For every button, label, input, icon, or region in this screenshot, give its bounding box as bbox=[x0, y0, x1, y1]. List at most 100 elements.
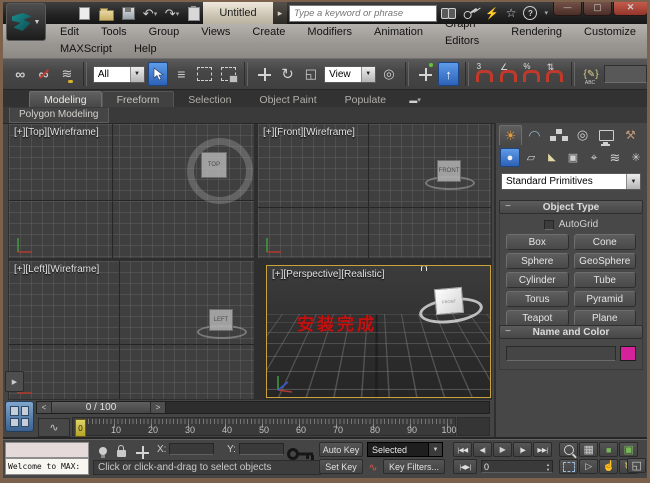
autogrid-checkbox[interactable] bbox=[544, 220, 554, 230]
macro-recorder-pane[interactable] bbox=[5, 442, 89, 458]
time-slider[interactable]: < 0 / 100 > bbox=[36, 401, 490, 414]
tab-display[interactable] bbox=[595, 125, 618, 145]
pan-view-button[interactable] bbox=[599, 459, 618, 474]
subtab-shapes[interactable] bbox=[521, 148, 541, 167]
frame-spinner[interactable]: ▲▼ bbox=[546, 462, 550, 472]
dropdown-arrow-button[interactable] bbox=[361, 67, 375, 82]
set-keys-key-icon[interactable] bbox=[287, 446, 315, 466]
ribbon-tab-freeform[interactable]: Freeform bbox=[102, 91, 175, 107]
minimize-button[interactable] bbox=[553, 0, 582, 16]
select-and-rotate-button[interactable] bbox=[277, 62, 297, 86]
zoom-region-button[interactable] bbox=[559, 459, 578, 474]
box-button[interactable]: Box bbox=[506, 234, 569, 250]
snaps-toggle-3d-button[interactable]: 3 bbox=[475, 62, 495, 86]
menu-maxscript[interactable]: MAXScript bbox=[49, 41, 123, 58]
object-type-rollout-header[interactable]: − Object Type bbox=[499, 200, 643, 214]
tab-utilities[interactable] bbox=[619, 125, 642, 145]
window-crossing-button[interactable] bbox=[218, 62, 238, 86]
x-coordinate-field[interactable] bbox=[169, 443, 214, 455]
field-of-view-button[interactable] bbox=[579, 459, 598, 474]
menu-rendering[interactable]: Rendering bbox=[500, 24, 573, 41]
menu-views[interactable]: Views bbox=[190, 24, 241, 41]
keyboard-shortcut-override-button[interactable] bbox=[438, 62, 459, 86]
named-selection-sets-field[interactable] bbox=[604, 65, 647, 83]
menu-help[interactable]: Help bbox=[123, 41, 168, 58]
next-frame-button[interactable]: |▶ bbox=[513, 442, 532, 457]
current-frame-field[interactable]: 0 ▲▼ bbox=[481, 460, 553, 473]
menu-customize[interactable]: Customize bbox=[573, 24, 647, 41]
search-input[interactable] bbox=[290, 6, 436, 21]
set-key-button[interactable]: Set Key bbox=[319, 459, 363, 474]
menu-animation[interactable]: Animation bbox=[363, 24, 434, 41]
dropdown-arrow-button[interactable] bbox=[130, 67, 144, 82]
menu-tools[interactable]: Tools bbox=[90, 24, 138, 41]
tab-create[interactable] bbox=[499, 125, 522, 145]
zoom-extents-button[interactable] bbox=[599, 442, 618, 457]
application-menu-button[interactable]: ▼ bbox=[6, 3, 46, 41]
viewcube-left[interactable]: LEFT bbox=[209, 309, 233, 331]
object-name-field[interactable] bbox=[506, 346, 616, 361]
viewport-label-left[interactable]: [+][Left][Wireframe] bbox=[14, 264, 99, 275]
cone-button[interactable]: Cone bbox=[574, 234, 637, 250]
select-by-name-button[interactable] bbox=[171, 62, 191, 86]
unlink-selection-button[interactable] bbox=[33, 62, 53, 86]
ribbon-tab-populate[interactable]: Populate bbox=[331, 92, 400, 107]
select-and-move-button[interactable] bbox=[254, 62, 274, 86]
teapot-button[interactable]: Teapot bbox=[506, 310, 569, 326]
viewcube-top[interactable]: TOP bbox=[201, 152, 227, 178]
viewcube-front[interactable]: FRONT bbox=[437, 160, 461, 182]
key-filters-button[interactable]: Key Filters... bbox=[383, 459, 445, 474]
key-mode-toggle-button[interactable]: |◀▶| bbox=[453, 459, 477, 474]
help-dropdown-icon[interactable] bbox=[544, 9, 548, 17]
redo-button[interactable] bbox=[163, 5, 181, 22]
select-object-button[interactable] bbox=[148, 62, 169, 86]
zoom-extents-all-button[interactable] bbox=[619, 442, 638, 457]
subtab-helpers[interactable] bbox=[584, 148, 604, 167]
select-and-scale-button[interactable] bbox=[301, 62, 321, 86]
viewport-label-front[interactable]: [+][Front][Wireframe] bbox=[263, 127, 355, 138]
menu-create[interactable]: Create bbox=[241, 24, 296, 41]
subtab-cameras[interactable] bbox=[563, 148, 583, 167]
previous-frame-button[interactable]: ◀| bbox=[473, 442, 492, 457]
bind-to-space-warp-button[interactable] bbox=[57, 62, 77, 86]
viewport-perspective[interactable]: [+][Perspective][Realistic] 安装完成 FRONT bbox=[266, 265, 491, 398]
viewport-left[interactable]: [+][Left][Wireframe] LEFT bbox=[9, 261, 254, 399]
current-frame-marker[interactable]: 0 bbox=[75, 419, 86, 437]
viewport-label-perspective[interactable]: [+][Perspective][Realistic] bbox=[272, 269, 385, 280]
new-file-button[interactable] bbox=[75, 5, 93, 22]
selection-set-dropdown[interactable]: Selected bbox=[367, 442, 443, 457]
title-expand-arrow-icon[interactable]: ▸ bbox=[273, 2, 287, 24]
reference-coordinate-dropdown[interactable]: View bbox=[324, 66, 376, 83]
plane-button[interactable]: Plane bbox=[574, 310, 637, 326]
torus-button[interactable]: Torus bbox=[506, 291, 569, 307]
search-binoculars-icon[interactable] bbox=[441, 8, 456, 18]
angle-snap-toggle-button[interactable] bbox=[498, 62, 518, 86]
viewport-layout-tabs-button[interactable] bbox=[5, 401, 34, 432]
subtab-geometry[interactable] bbox=[500, 148, 520, 167]
y-coordinate-field[interactable] bbox=[239, 443, 284, 455]
previous-frame-arrow[interactable]: < bbox=[37, 402, 52, 413]
tab-modify[interactable] bbox=[523, 125, 546, 145]
next-frame-arrow[interactable]: > bbox=[150, 402, 165, 413]
edit-named-selection-sets-button[interactable]: ABC bbox=[581, 62, 601, 86]
ribbon-tab-object-paint[interactable]: Object Paint bbox=[245, 92, 330, 107]
select-and-manipulate-button[interactable] bbox=[415, 62, 435, 86]
auto-key-button[interactable]: Auto Key bbox=[319, 442, 363, 457]
primitive-category-dropdown[interactable]: Standard Primitives bbox=[501, 173, 641, 190]
name-color-rollout-header[interactable]: − Name and Color bbox=[499, 325, 643, 339]
select-and-link-button[interactable] bbox=[10, 62, 30, 86]
go-to-end-button[interactable]: ▶▶| bbox=[533, 442, 552, 457]
track-bar[interactable]: 10 20 30 40 50 60 70 80 90 100 0 bbox=[72, 417, 456, 436]
geosphere-button[interactable]: GeoSphere bbox=[574, 253, 637, 269]
selection-filter-dropdown[interactable]: All bbox=[93, 66, 145, 83]
menu-modifiers[interactable]: Modifiers bbox=[296, 24, 363, 41]
viewport-tab-bar-expand-button[interactable] bbox=[5, 371, 24, 392]
open-mini-curve-editor-button[interactable] bbox=[38, 418, 70, 437]
dropdown-arrow-button[interactable] bbox=[626, 174, 640, 189]
maximize-viewport-toggle-button[interactable] bbox=[627, 458, 646, 473]
ribbon-tab-modeling[interactable]: Modeling bbox=[29, 91, 102, 107]
pyramid-button[interactable]: Pyramid bbox=[574, 291, 637, 307]
tube-button[interactable]: Tube bbox=[574, 272, 637, 288]
project-folder-button[interactable] bbox=[185, 5, 203, 22]
save-file-button[interactable] bbox=[119, 5, 137, 22]
